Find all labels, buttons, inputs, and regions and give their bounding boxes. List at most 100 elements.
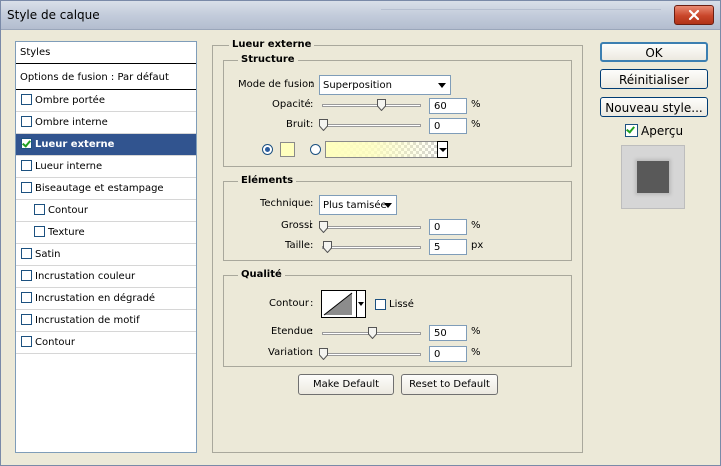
glow-gradient-picker[interactable] xyxy=(325,141,445,158)
style-item[interactable]: Incrustation en dégradé xyxy=(16,288,196,310)
style-item-checkbox[interactable] xyxy=(21,138,32,149)
style-item[interactable]: Biseautage et estampage xyxy=(16,178,196,200)
jitter-label: Variation xyxy=(268,347,313,358)
opacity-slider-thumb[interactable] xyxy=(377,99,386,111)
spread-slider-thumb[interactable] xyxy=(319,221,328,233)
style-item[interactable]: Contour xyxy=(16,332,196,354)
jitter-slider-thumb[interactable] xyxy=(319,348,328,360)
reset-to-default-button[interactable]: Reset to Default xyxy=(401,374,498,395)
range-input[interactable]: 50 xyxy=(429,325,467,341)
style-item[interactable]: Satin xyxy=(16,244,196,266)
size-slider-thumb[interactable] xyxy=(323,241,332,253)
noise-label: Bruit xyxy=(286,119,311,130)
style-item[interactable]: Lueur externe xyxy=(16,134,196,156)
background-tabs xyxy=(381,1,661,10)
style-item-checkbox[interactable] xyxy=(21,160,32,171)
style-item-label: Contour xyxy=(35,337,75,348)
gradient-dropdown-arrow[interactable] xyxy=(437,141,448,158)
noise-slider-track[interactable] xyxy=(322,124,421,127)
new-style-button[interactable]: Nouveau style... xyxy=(600,97,708,117)
style-item-checkbox[interactable] xyxy=(21,336,32,347)
style-item[interactable]: Ombre interne xyxy=(16,112,196,134)
style-item[interactable]: Texture xyxy=(16,222,196,244)
jitter-slider-track[interactable] xyxy=(322,353,421,356)
style-item[interactable]: Lueur interne xyxy=(16,156,196,178)
style-item[interactable]: Ombre portée xyxy=(16,90,196,112)
style-item-checkbox[interactable] xyxy=(21,292,32,303)
colon: : xyxy=(310,220,314,231)
colon: : xyxy=(310,347,314,358)
noise-value: 0 xyxy=(434,121,441,132)
noise-input[interactable]: 0 xyxy=(429,118,467,134)
colon: : xyxy=(310,326,314,337)
style-item[interactable]: Incrustation couleur xyxy=(16,266,196,288)
blending-options-item[interactable]: Options de fusion : Par défaut xyxy=(16,66,196,90)
technique-label: Technique xyxy=(260,198,311,209)
jitter-value: 0 xyxy=(434,349,441,360)
range-slider-thumb[interactable] xyxy=(368,327,377,339)
style-item-checkbox[interactable] xyxy=(21,94,32,105)
gradient-radio[interactable] xyxy=(310,144,321,155)
range-label: Etendue xyxy=(271,326,313,337)
make-default-button[interactable]: Make Default xyxy=(298,374,394,395)
preview-square xyxy=(637,161,669,193)
colon: : xyxy=(310,119,314,130)
style-item[interactable]: Contour xyxy=(16,200,196,222)
ok-button[interactable]: OK xyxy=(600,42,708,62)
styles-header[interactable]: Styles xyxy=(16,42,196,64)
structure-title: Structure xyxy=(238,54,298,65)
styles-header-label: Styles xyxy=(20,47,51,58)
technique-value: Plus tamisée xyxy=(323,200,387,211)
reset-button[interactable]: Réinitialiser xyxy=(600,69,708,89)
style-item-label: Satin xyxy=(35,249,61,260)
color-radio[interactable] xyxy=(262,144,273,155)
style-item-checkbox[interactable] xyxy=(21,116,32,127)
spread-unit: % xyxy=(471,220,481,231)
layer-style-dialog: Style de calque Styles Options de fusion… xyxy=(0,0,721,466)
technique-dropdown[interactable]: Plus tamisée xyxy=(319,195,397,215)
size-input[interactable]: 5 xyxy=(429,239,467,255)
opacity-input[interactable]: 60 xyxy=(429,98,467,114)
noise-unit: % xyxy=(471,119,481,130)
contour-dropdown-arrow[interactable] xyxy=(357,290,366,318)
styles-list: Styles Options de fusion : Par défaut Om… xyxy=(15,41,197,453)
antialias-checkbox[interactable] xyxy=(375,299,386,310)
style-item-label: Incrustation de motif xyxy=(35,315,140,326)
preview-checkbox[interactable] xyxy=(625,124,638,137)
style-item[interactable]: Incrustation de motif xyxy=(16,310,196,332)
style-item-checkbox[interactable] xyxy=(34,204,45,215)
ok-label: OK xyxy=(645,46,663,60)
colon: : xyxy=(310,99,314,110)
size-slider-track[interactable] xyxy=(322,246,421,249)
spread-slider-track[interactable] xyxy=(322,226,421,229)
close-button[interactable] xyxy=(674,5,714,25)
noise-slider-thumb[interactable] xyxy=(319,119,328,131)
range-unit: % xyxy=(471,326,481,337)
panel-title: Lueur externe xyxy=(229,39,315,50)
size-value: 5 xyxy=(434,242,441,253)
glow-color-swatch[interactable] xyxy=(280,142,295,157)
contour-label: Contour xyxy=(269,298,309,309)
jitter-unit: % xyxy=(471,347,481,358)
spread-input[interactable]: 0 xyxy=(429,219,467,235)
style-item-checkbox[interactable] xyxy=(21,182,32,193)
contour-picker[interactable] xyxy=(321,290,357,318)
contour-curve-icon xyxy=(323,292,353,316)
opacity-label: Opacité xyxy=(272,99,311,110)
style-item-checkbox[interactable] xyxy=(21,248,32,259)
opacity-slider-track[interactable] xyxy=(322,104,421,107)
style-item-label: Contour xyxy=(48,205,88,216)
opacity-unit: % xyxy=(471,99,481,110)
style-item-label: Incrustation couleur xyxy=(35,271,136,282)
style-item-checkbox[interactable] xyxy=(21,270,32,281)
reset-label: Réinitialiser xyxy=(618,73,690,87)
spread-value: 0 xyxy=(434,222,441,233)
jitter-input[interactable]: 0 xyxy=(429,346,467,362)
style-item-checkbox[interactable] xyxy=(21,314,32,325)
blend-mode-value: Superposition xyxy=(323,80,392,91)
title-bar: Style de calque xyxy=(1,1,720,30)
preview-label: Aperçu xyxy=(641,124,684,138)
style-item-checkbox[interactable] xyxy=(34,226,45,237)
new-style-label: Nouveau style... xyxy=(605,101,703,115)
blend-mode-dropdown[interactable]: Superposition xyxy=(319,75,451,95)
